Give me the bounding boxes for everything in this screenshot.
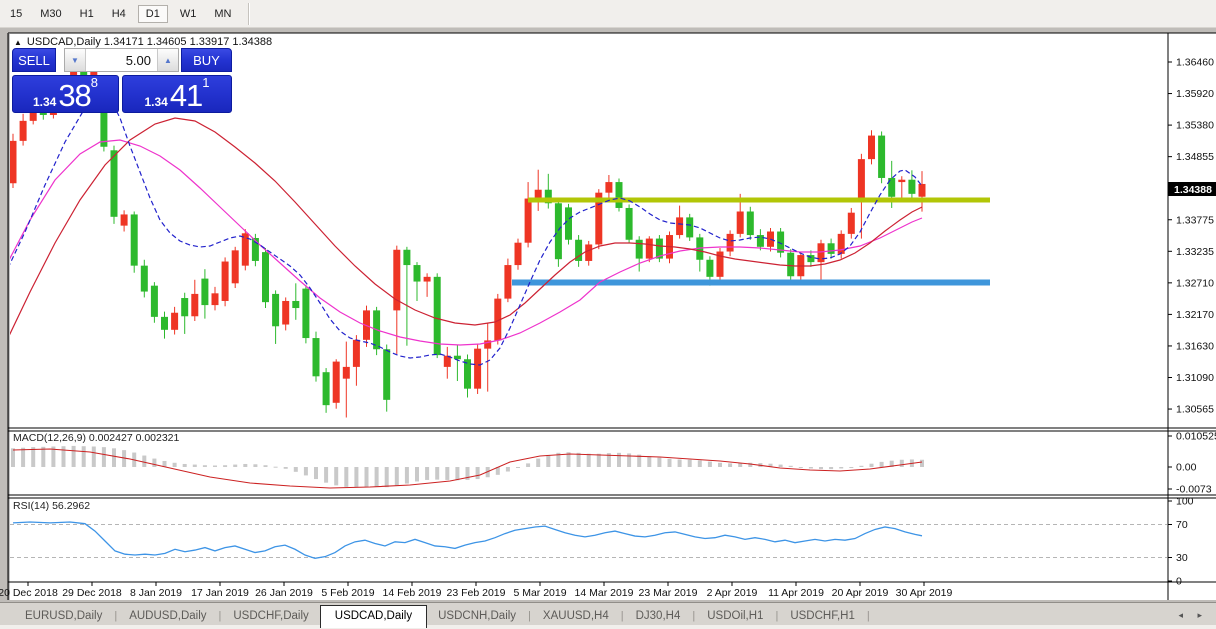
mt4-terminal: { "toolbar": { "timeframes": ["15","M30"… (0, 0, 1216, 629)
chart-tab-usdcad[interactable]: USDCAD,Daily (320, 605, 427, 628)
sell-price-sup: 8 (91, 77, 98, 89)
svg-text:1.33775: 1.33775 (1176, 214, 1214, 226)
svg-text:1.32170: 1.32170 (1176, 309, 1214, 321)
svg-text:1.34855: 1.34855 (1176, 151, 1214, 163)
chart-title-text: USDCAD,Daily 1.34171 1.34605 1.33917 1.3… (27, 36, 272, 48)
svg-text:70: 70 (1176, 519, 1188, 531)
svg-text:17 Jan 2019: 17 Jan 2019 (191, 587, 249, 599)
svg-text:30: 30 (1176, 552, 1188, 564)
svg-text:5 Feb 2019: 5 Feb 2019 (321, 587, 374, 599)
one-click-trade-panel: SELL ▼ ▲ BUY 1.34 38 8 1.34 41 1 (12, 48, 232, 113)
svg-text:2 Apr 2019: 2 Apr 2019 (707, 587, 758, 599)
chart-title: ▲ USDCAD,Daily 1.34171 1.34605 1.33917 1… (14, 36, 272, 48)
tab-scroll-arrows[interactable]: ◂ ▸ (1178, 610, 1208, 621)
volume-increase-button[interactable]: ▲ (157, 49, 178, 71)
svg-text:23 Mar 2019: 23 Mar 2019 (639, 587, 698, 599)
svg-text:1.31630: 1.31630 (1176, 340, 1214, 352)
svg-text:-0.0073: -0.0073 (1176, 484, 1212, 496)
volume-input[interactable] (86, 49, 157, 71)
chart-tab-audusd[interactable]: AUDUSD,Daily (118, 607, 217, 625)
chart-tab-dj30[interactable]: DJ30,H4 (625, 607, 692, 625)
tab-separator: | (621, 610, 624, 622)
chart-tab-usdcnh[interactable]: USDCNH,Daily (427, 607, 527, 625)
svg-text:30 Apr 2019: 30 Apr 2019 (896, 587, 953, 599)
svg-text:0: 0 (1176, 576, 1182, 588)
tab-separator: | (528, 610, 531, 622)
svg-text:1.34388: 1.34388 (1174, 184, 1212, 196)
svg-text:5 Mar 2019: 5 Mar 2019 (513, 587, 566, 599)
sell-button[interactable]: SELL (12, 48, 56, 72)
volume-stepper: ▼ ▲ (64, 48, 179, 72)
svg-text:1.32710: 1.32710 (1176, 277, 1214, 289)
svg-text:0.010525: 0.010525 (1176, 431, 1216, 443)
svg-text:100: 100 (1176, 496, 1194, 508)
svg-text:1.30565: 1.30565 (1176, 404, 1214, 416)
svg-text:23 Feb 2019: 23 Feb 2019 (447, 587, 506, 599)
buy-button[interactable]: BUY (181, 48, 232, 72)
svg-text:1.36460: 1.36460 (1176, 57, 1214, 69)
tab-separator: | (867, 610, 870, 622)
tab-separator: | (775, 610, 778, 622)
svg-text:20 Dec 2018: 20 Dec 2018 (0, 587, 58, 599)
buy-price-panel[interactable]: 1.34 41 1 (122, 75, 232, 113)
svg-text:1.33235: 1.33235 (1176, 246, 1214, 258)
buy-price-small: 1.34 (144, 95, 167, 109)
svg-text:11 Apr 2019: 11 Apr 2019 (768, 587, 824, 599)
buy-price-big: 41 (170, 83, 202, 109)
svg-text:RSI(14) 56.2962: RSI(14) 56.2962 (13, 500, 90, 512)
buy-price-sup: 1 (202, 77, 209, 89)
sell-price-big: 38 (58, 83, 90, 109)
chart-tab-xauusd[interactable]: XAUUSD,H4 (532, 607, 620, 625)
sell-price-panel[interactable]: 1.34 38 8 (12, 75, 119, 113)
tab-separator: | (219, 610, 222, 622)
svg-text:1.35920: 1.35920 (1176, 88, 1214, 100)
svg-text:8 Jan 2019: 8 Jan 2019 (130, 587, 182, 599)
svg-text:0.00: 0.00 (1176, 462, 1197, 474)
svg-text:20 Apr 2019: 20 Apr 2019 (832, 587, 889, 599)
svg-text:14 Feb 2019: 14 Feb 2019 (383, 587, 442, 599)
svg-text:29 Dec 2018: 29 Dec 2018 (62, 587, 122, 599)
tab-separator: | (114, 610, 117, 622)
svg-text:MACD(12,26,9) 0.002427 0.00232: MACD(12,26,9) 0.002427 0.002321 (13, 432, 180, 444)
chart-tab-usdchf[interactable]: USDCHF,Daily (222, 607, 319, 625)
volume-decrease-button[interactable]: ▼ (65, 49, 86, 71)
svg-text:26 Jan 2019: 26 Jan 2019 (255, 587, 313, 599)
tab-separator: | (692, 610, 695, 622)
svg-text:1.35380: 1.35380 (1176, 120, 1214, 132)
svg-text:1.31090: 1.31090 (1176, 372, 1214, 384)
sell-price-small: 1.34 (33, 95, 56, 109)
chart-tab-usdchf[interactable]: USDCHF,H1 (779, 607, 866, 625)
chart-tab-bar: EURUSD,Daily|AUDUSD,Daily|USDCHF,DailyUS… (0, 602, 1216, 629)
svg-text:14 Mar 2019: 14 Mar 2019 (575, 587, 634, 599)
chart-tab-eurusd[interactable]: EURUSD,Daily (14, 607, 113, 625)
collapse-triangle-icon[interactable]: ▲ (14, 38, 22, 47)
chart-tab-usdoil[interactable]: USDOil,H1 (696, 607, 774, 625)
